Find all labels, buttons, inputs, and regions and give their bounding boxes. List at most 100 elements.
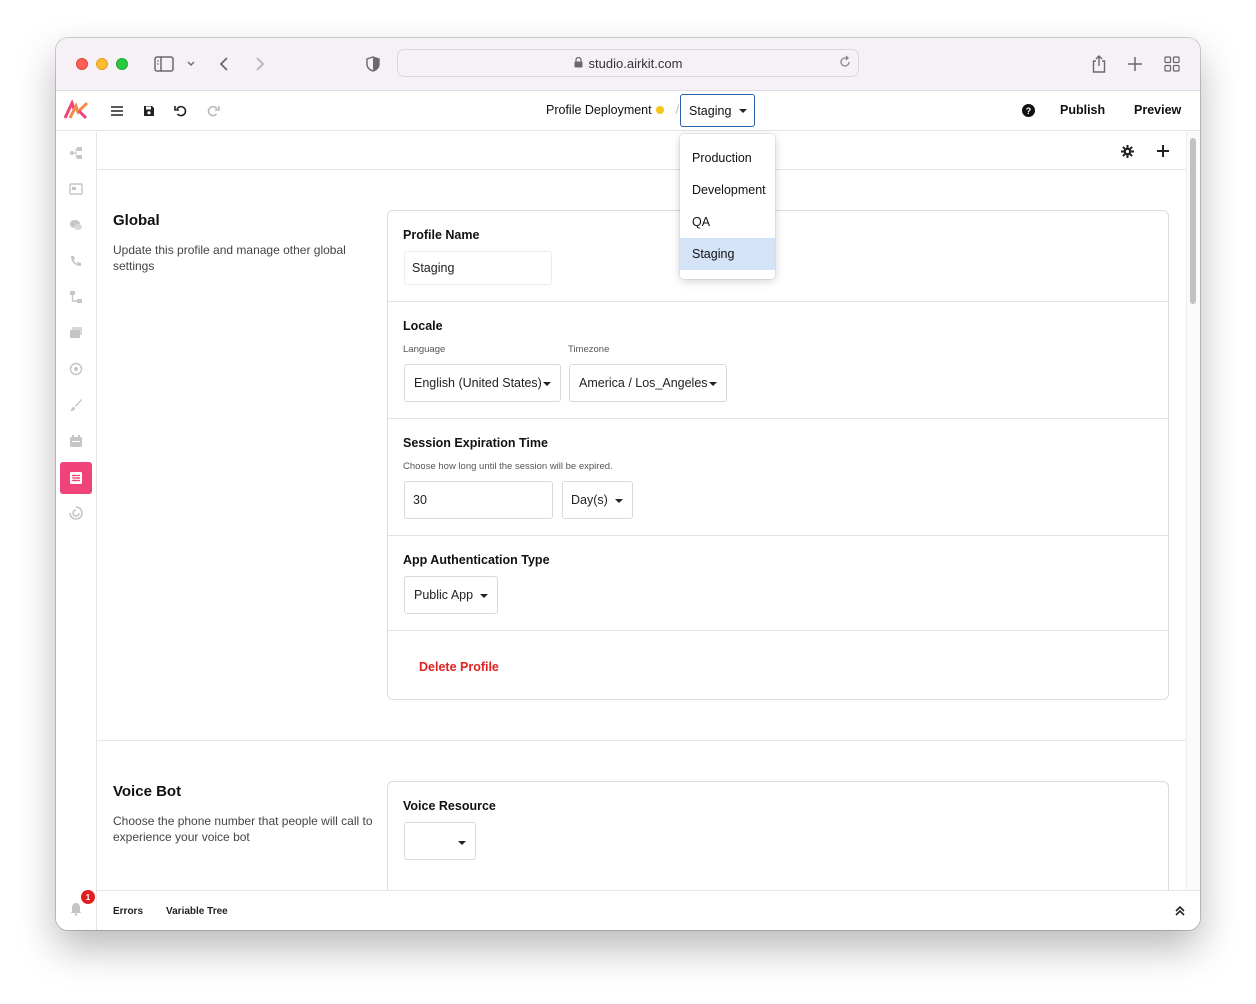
auth-type-row: App Authentication Type Public App	[388, 536, 1168, 631]
bottom-panel-bar: Errors Variable Tree	[97, 890, 1200, 930]
tab-variable-tree[interactable]: Variable Tree	[166, 906, 228, 917]
global-settings-card: Profile Name Staging Locale Language Tim…	[387, 210, 1169, 700]
content-scrollbar[interactable]	[1186, 132, 1200, 890]
browser-toolbar: studio.airkit.com	[56, 38, 1200, 91]
content-toolbar	[97, 132, 1186, 170]
session-expiration-label: Session Expiration Time	[403, 436, 548, 450]
voice-resource-row: Voice Resource	[388, 782, 1168, 877]
publish-button[interactable]: Publish	[1060, 103, 1105, 117]
environment-menu: Production Development QA Staging	[680, 134, 775, 279]
builder-sidebar: 1 A	[56, 132, 97, 930]
voice-builder-icon[interactable]	[69, 254, 83, 268]
voice-resource-select[interactable]	[404, 822, 476, 860]
notification-count-badge: 1	[81, 890, 95, 904]
voice-resource-label: Voice Resource	[403, 799, 496, 813]
tab-errors[interactable]: Errors	[113, 906, 143, 917]
voice-bot-section-description: Choose the phone number that people will…	[113, 814, 373, 844]
session-expiration-row: Session Expiration Time Choose how long …	[388, 419, 1168, 536]
theme-brush-icon[interactable]	[69, 398, 83, 412]
scrollbar-thumb[interactable]	[1190, 138, 1196, 304]
environment-select-value: Staging	[689, 103, 732, 118]
address-bar[interactable]: studio.airkit.com	[397, 49, 859, 77]
environment-option-development[interactable]: Development	[680, 174, 775, 206]
share-icon[interactable]	[1090, 53, 1108, 75]
auth-type-label: App Authentication Type	[403, 553, 550, 567]
environment-select[interactable]: Staging	[680, 94, 755, 127]
caret-down-icon	[480, 594, 488, 598]
profile-name-value: Staging	[412, 261, 455, 275]
settings-content: Global Update this profile and manage ot…	[97, 170, 1186, 890]
app-header: Profile Deployment / Staging ? Publish P…	[56, 91, 1200, 131]
session-expiration-description: Choose how long until the session will b…	[403, 461, 613, 472]
privacy-shield-icon[interactable]	[364, 53, 382, 75]
flow-builder-icon[interactable]	[69, 290, 83, 304]
timezone-select[interactable]: America / Los_Angeles	[569, 364, 727, 402]
redo-icon[interactable]	[204, 102, 222, 120]
profile-name-label: Profile Name	[403, 228, 480, 242]
environment-option-staging[interactable]: Staging	[680, 238, 775, 270]
sidebar-toggle-icon[interactable]	[152, 53, 176, 75]
breadcrumb-profile-deployment[interactable]: Profile Deployment	[546, 103, 652, 117]
minimize-window-button[interactable]	[96, 58, 108, 70]
zoom-window-button[interactable]	[116, 58, 128, 70]
locale-row: Locale Language Timezone English (United…	[388, 302, 1168, 419]
global-section-title: Global	[113, 212, 160, 229]
back-icon[interactable]	[216, 53, 232, 75]
delete-profile-button[interactable]: Delete Profile	[419, 660, 499, 674]
integrations-icon[interactable]	[69, 506, 83, 520]
gear-icon[interactable]	[1118, 142, 1136, 160]
airkit-logo-icon[interactable]	[63, 98, 89, 120]
caret-down-icon	[709, 382, 717, 386]
voice-bot-card: Voice Resource	[387, 781, 1169, 890]
reload-icon[interactable]	[838, 55, 852, 72]
url-text: studio.airkit.com	[588, 55, 683, 71]
language-label: Language	[403, 344, 446, 355]
caret-down-icon	[458, 841, 466, 845]
add-icon[interactable]	[1154, 142, 1172, 160]
new-tab-icon[interactable]	[1126, 53, 1144, 75]
caret-down-icon	[543, 382, 551, 386]
delete-profile-row: Delete Profile	[388, 631, 1168, 699]
session-unit-select[interactable]: Day(s)	[562, 481, 633, 519]
breadcrumb-separator: /	[675, 103, 680, 117]
forward-icon[interactable]	[252, 53, 268, 75]
auth-type-select[interactable]: Public App	[404, 576, 498, 614]
chevron-down-icon[interactable]	[184, 53, 198, 75]
lock-icon	[574, 56, 583, 71]
journey-builder-icon[interactable]	[69, 146, 83, 160]
tab-overview-icon[interactable]	[1162, 53, 1182, 75]
language-select-value: English (United States)	[414, 376, 542, 390]
language-select[interactable]: English (United States)	[404, 364, 561, 402]
session-unit-value: Day(s)	[571, 493, 608, 507]
expand-panel-icon[interactable]	[1171, 902, 1189, 920]
breadcrumb: Profile Deployment /	[546, 103, 679, 117]
chat-builder-icon[interactable]	[69, 218, 83, 232]
save-icon[interactable]	[140, 102, 158, 120]
media-library-icon[interactable]	[69, 326, 83, 340]
profile-name-row: Profile Name Staging	[388, 211, 1168, 302]
environment-option-production[interactable]: Production	[680, 142, 775, 174]
web-builder-icon[interactable]	[69, 182, 83, 196]
timezone-label: Timezone	[568, 344, 610, 355]
profile-name-input[interactable]: Staging	[404, 251, 552, 285]
global-section-description: Update this profile and manage other glo…	[113, 243, 346, 273]
calendar-icon[interactable]	[69, 434, 83, 448]
notifications-bell-icon[interactable]	[69, 902, 83, 916]
session-duration-input[interactable]: 30	[404, 481, 553, 519]
connections-icon[interactable]	[69, 362, 83, 376]
undo-icon[interactable]	[172, 102, 190, 120]
unsaved-indicator	[655, 106, 664, 114]
locale-label: Locale	[403, 319, 443, 333]
menu-icon[interactable]	[108, 102, 126, 120]
preview-button[interactable]: Preview	[1134, 103, 1181, 117]
environment-option-qa[interactable]: QA	[680, 206, 775, 238]
help-icon[interactable]: ?	[1022, 104, 1035, 117]
timezone-select-value: America / Los_Angeles	[579, 376, 708, 390]
section-divider	[97, 740, 1186, 741]
caret-down-icon	[615, 499, 623, 503]
auth-type-value: Public App	[414, 588, 474, 602]
settings-builder-icon[interactable]	[60, 462, 92, 494]
session-duration-value: 30	[413, 493, 427, 507]
close-window-button[interactable]	[76, 58, 88, 70]
browser-window: studio.airkit.com Profile Deployment / S…	[56, 38, 1200, 930]
